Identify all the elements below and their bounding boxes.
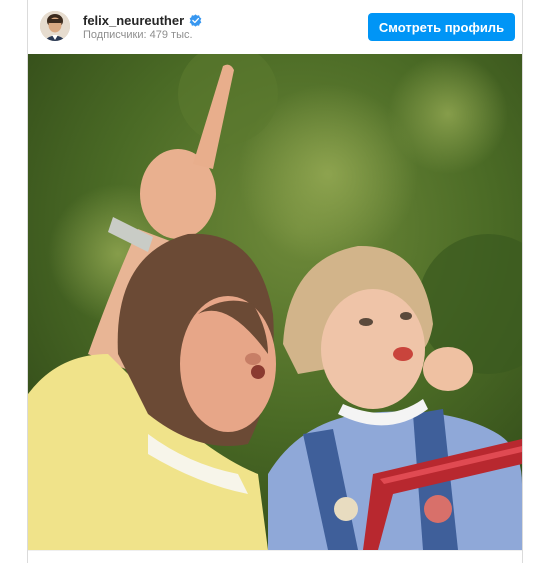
- post-photo[interactable]: [28, 54, 522, 550]
- username-link[interactable]: felix_neureuther: [83, 13, 184, 28]
- instagram-embed: felix_neureuther Подписчики: 479 тыс. См…: [27, 0, 523, 563]
- post-header: felix_neureuther Подписчики: 479 тыс. См…: [28, 0, 522, 54]
- verified-badge-icon: [189, 13, 202, 27]
- post-footer: [28, 550, 522, 564]
- photo-image: [28, 54, 522, 550]
- avatar[interactable]: [40, 11, 70, 41]
- followers-count: Подписчики: 479 тыс.: [83, 29, 193, 41]
- username-row: felix_neureuther: [83, 12, 202, 28]
- avatar-image: [40, 11, 70, 41]
- view-profile-button[interactable]: Смотреть профиль: [368, 13, 515, 41]
